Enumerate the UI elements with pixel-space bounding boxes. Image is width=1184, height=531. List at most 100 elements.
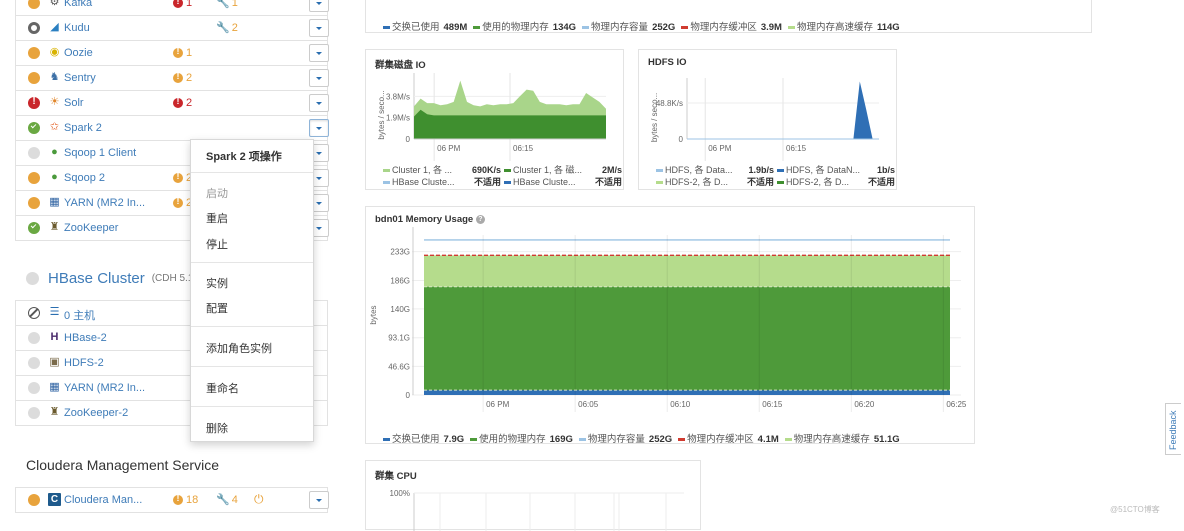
watermark: @51CTO博客 [1110, 505, 1160, 514]
y-axis-label: bytes [369, 305, 378, 324]
health-alerts[interactable]: 2 [173, 71, 192, 84]
health-alerts[interactable]: 1 [173, 0, 192, 9]
service-link[interactable]: Solr [64, 97, 84, 109]
menu-item-instances[interactable]: 实例 [206, 275, 228, 291]
legend-entry: HBase Cluste... 不适用 [504, 176, 622, 188]
legend-label: 物理内存容量 [587, 434, 645, 445]
y-tick-label: 0 [406, 391, 411, 400]
menu-item-add-role-instances[interactable]: 添加角色实例 [206, 340, 272, 356]
health-alerts[interactable]: 2 [173, 96, 192, 109]
service-link[interactable]: Spark 2 [64, 122, 102, 134]
service-actions-dropdown[interactable] [309, 69, 329, 87]
legend-label: HDFS, 各 DataN... [786, 165, 861, 175]
legend-swatch [656, 181, 663, 185]
x-tick-label: 06 PM [486, 400, 509, 409]
hosts-link[interactable]: 0 主机 [64, 307, 95, 323]
memory-usage-chart[interactable]: bdn01 Memory Usage ? 0 46.6G 93.1G 140G 186G… [365, 206, 975, 445]
cluster-cpu-chart[interactable]: 群集 CPU 100% [365, 460, 701, 531]
sqoop-icon: ● [51, 146, 58, 158]
menu-divider [191, 366, 313, 367]
service-link[interactable]: HBase-2 [64, 332, 107, 344]
cluster-disk-io-chart[interactable]: 群集磁盘 IO 0 1.9M/s 3.8M/s 06 PM 06:15 bytes / s… [365, 49, 624, 190]
service-link[interactable]: HDFS-2 [64, 357, 104, 369]
y-axis-label: bytes / seco... [650, 93, 659, 142]
legend-swatch [383, 169, 390, 173]
service-link[interactable]: ZooKeeper-2 [64, 407, 128, 419]
y-tick-label: 233G [390, 248, 410, 257]
legend-value: 1b/s [876, 165, 895, 175]
status-orange-icon [28, 172, 40, 184]
hdfs-io-chart[interactable]: HDFS IO 0 48.8K/s 06 PM 06:15 bytes / seco..… [638, 49, 897, 190]
y-tick-label: 100% [390, 489, 410, 498]
service-link[interactable]: Sentry [64, 72, 96, 84]
legend-entry: HDFS-2, 各 D... 不适用 [656, 176, 774, 188]
menu-item-restart[interactable]: 重启 [206, 210, 228, 226]
service-link[interactable]: Sqoop 1 Client [64, 147, 136, 159]
service-actions-dropdown[interactable] [309, 119, 329, 137]
service-link[interactable]: Cloudera Man... [64, 494, 142, 506]
alert-icon [173, 0, 183, 8]
health-alerts[interactable]: 18 [173, 493, 199, 506]
service-link[interactable]: Kafka [64, 0, 92, 9]
config-issues[interactable]: 🔧 2 [216, 21, 238, 34]
config-issues[interactable]: 🔧 1 [216, 0, 238, 9]
legend-label: 交换已使用 [392, 22, 440, 33]
menu-item-delete[interactable]: 删除 [206, 420, 228, 436]
health-alerts[interactable]: 1 [173, 46, 193, 59]
yarn-icon: ▦ [49, 381, 60, 393]
alert-count: 1 [186, 47, 193, 59]
legend-label: HDFS-2, 各 D... [665, 177, 729, 187]
cms-services-table: C Cloudera Man... 18 🔧4 ⏻ [15, 487, 329, 513]
x-tick-label: 06:15 [762, 400, 783, 409]
legend-swatch [777, 169, 784, 173]
x-tick-label: 06:15 [513, 144, 534, 153]
service-actions-dropdown[interactable] [309, 94, 329, 112]
service-actions-dropdown[interactable] [309, 491, 329, 509]
power-icon[interactable]: ⏻ [254, 492, 264, 507]
service-link[interactable]: YARN (MR2 In... [64, 197, 145, 209]
status-gray-icon [28, 147, 40, 159]
zookeeper-icon: ♜ [49, 221, 60, 233]
alert-count: 18 [186, 494, 199, 506]
legend-value: 134G [552, 22, 577, 33]
y-tick-label: 0 [406, 135, 411, 144]
config-issues[interactable]: 🔧 4 [216, 493, 238, 506]
service-link[interactable]: Sqoop 2 [64, 172, 105, 184]
legend-entry: HBase Cluste... 不适用 [383, 176, 501, 188]
area-cache [424, 255, 950, 287]
menu-divider [191, 172, 313, 173]
legend-entry: Cluster 1, 各 磁... 2M/s [504, 164, 622, 176]
service-link[interactable]: YARN (MR2 In... [64, 382, 145, 394]
legend-entry: Cluster 1, 各 ... 690K/s [383, 164, 501, 176]
service-link[interactable]: Oozie [64, 47, 93, 59]
hbase-cluster-link[interactable]: HBase Cluster [48, 270, 145, 287]
service-link[interactable]: ZooKeeper [64, 222, 118, 234]
menu-item-stop[interactable]: 停止 [206, 236, 228, 252]
feedback-tab[interactable]: Feedback [1165, 403, 1181, 455]
menu-item-configuration[interactable]: 配置 [206, 300, 228, 316]
status-gray-icon [28, 407, 40, 419]
status-green-icon [28, 122, 40, 134]
no-status-icon [28, 307, 40, 319]
solr-icon: ☀ [49, 96, 60, 108]
legend-label: HDFS, 各 Data... [665, 165, 733, 175]
legend-entry: HDFS, 各 Data... 1.9b/s [656, 164, 774, 176]
legend-label: Cluster 1, 各 ... [392, 165, 453, 175]
service-link[interactable]: Kudu [64, 22, 90, 34]
legend-swatch [470, 437, 478, 441]
y-tick-label: 0 [679, 135, 684, 144]
alert-icon [173, 196, 183, 208]
legend-value: 2M/s [601, 165, 622, 175]
menu-item-rename[interactable]: 重命名 [206, 380, 239, 396]
kafka-icon: ⚙ [49, 0, 60, 8]
service-actions-dropdown[interactable] [309, 19, 329, 37]
kudu-icon: ◢ [50, 21, 59, 33]
service-actions-dropdown[interactable] [309, 0, 329, 12]
service-actions-dropdown[interactable] [309, 44, 329, 62]
spark-icon: ✩ [49, 121, 60, 133]
legend-value: 252G [648, 434, 673, 445]
hbase-cluster-header: HBase Cluster (CDH 5.10. [26, 270, 202, 287]
legend-swatch [473, 25, 481, 29]
legend-value: 不适用 [746, 177, 774, 187]
status-green-icon [28, 222, 40, 234]
